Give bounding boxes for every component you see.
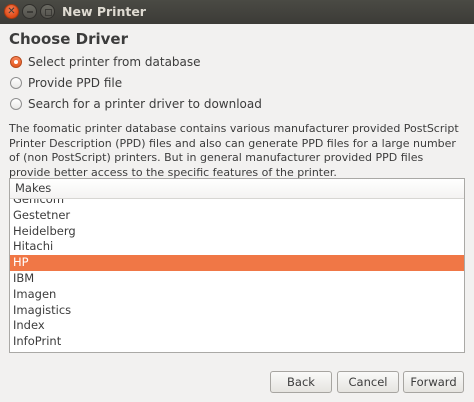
new-printer-window: ✕ New Printer Choose Driver Select print… <box>0 0 474 402</box>
makes-list[interactable]: Makes Genicom Gestetner Heidelberg Hitachi H… <box>9 178 465 353</box>
maximize-button[interactable] <box>40 4 55 19</box>
list-item[interactable]: InfoPrint <box>10 334 464 350</box>
list-item[interactable]: IBM <box>10 271 464 287</box>
radio-select-from-database[interactable]: Select printer from database <box>10 54 201 70</box>
back-button[interactable]: Back <box>270 371 332 393</box>
radio-search-driver-download[interactable]: Search for a printer driver to download <box>10 96 262 112</box>
radio-provide-ppd-file[interactable]: Provide PPD file <box>10 75 122 91</box>
window-title: New Printer <box>62 4 146 19</box>
radio-label: Provide PPD file <box>28 76 123 90</box>
list-item[interactable]: Imagistics <box>10 303 464 319</box>
driver-description: The foomatic printer database contains v… <box>9 122 459 179</box>
title-bar: ✕ New Printer <box>0 0 474 24</box>
list-item[interactable]: Hitachi <box>10 239 464 255</box>
radio-button-checked[interactable] <box>10 56 22 68</box>
forward-button[interactable]: Forward <box>403 371 464 393</box>
list-item[interactable]: Index <box>10 318 464 334</box>
cancel-button[interactable]: Cancel <box>337 371 399 393</box>
list-item[interactable]: Heidelberg <box>10 224 464 240</box>
makes-list-inner: Genicom Gestetner Heidelberg Hitachi HP IBM Im… <box>10 199 464 350</box>
radio-dot <box>14 60 18 64</box>
close-icon: ✕ <box>7 6 16 17</box>
radio-button[interactable] <box>10 98 22 110</box>
page-title: Choose Driver <box>9 30 128 48</box>
makes-list-rows: Genicom Gestetner Heidelberg Hitachi HP IBM Im… <box>10 199 464 352</box>
makes-column-header[interactable]: Makes <box>10 179 464 199</box>
list-item[interactable]: Imagen <box>10 287 464 303</box>
radio-label: Select printer from database <box>28 55 201 69</box>
minimize-button[interactable] <box>22 4 37 19</box>
minimize-icon <box>27 11 33 13</box>
list-item[interactable]: Gestetner <box>10 208 464 224</box>
list-item-selected[interactable]: HP <box>10 255 464 271</box>
list-item[interactable]: Genicom <box>10 199 464 208</box>
radio-label: Search for a printer driver to download <box>28 97 262 111</box>
radio-button[interactable] <box>10 77 22 89</box>
maximize-icon <box>45 9 52 16</box>
close-button[interactable]: ✕ <box>4 4 19 19</box>
